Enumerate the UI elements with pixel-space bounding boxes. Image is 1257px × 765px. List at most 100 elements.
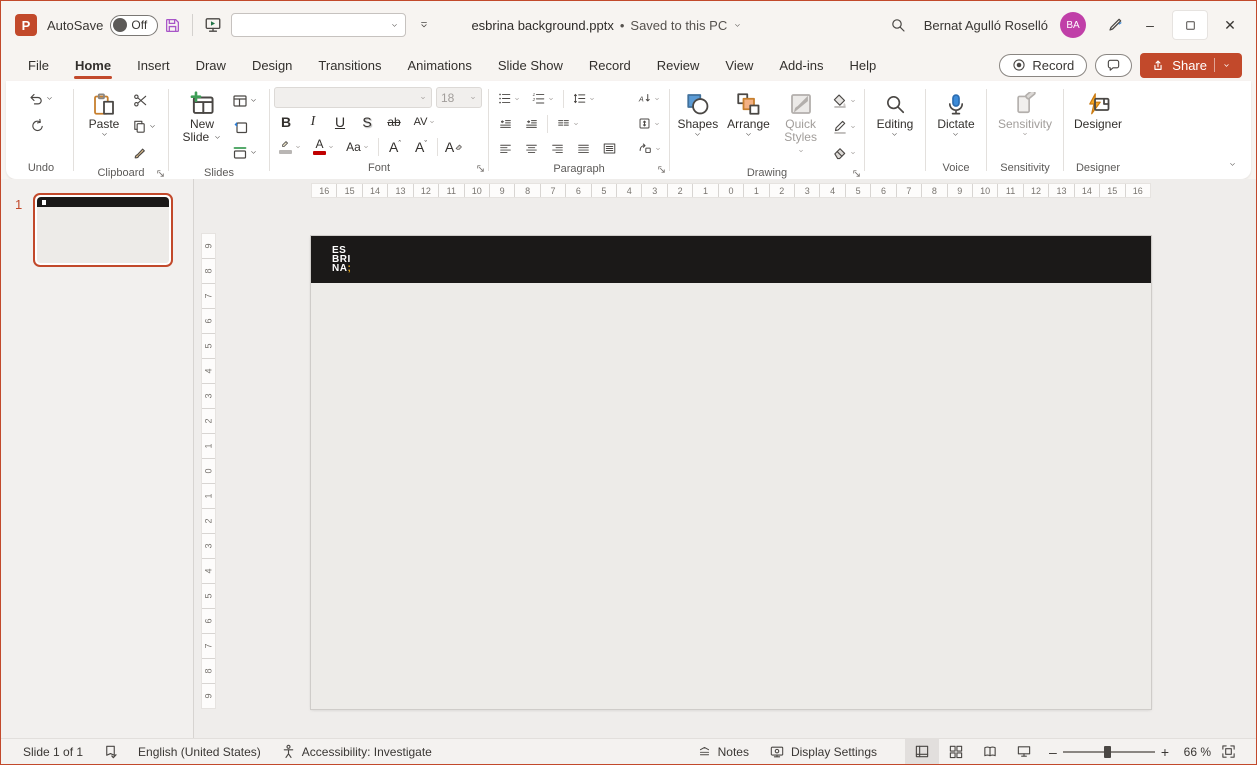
columns-button[interactable] (552, 112, 584, 135)
arrange-button[interactable]: Arrange (724, 87, 774, 141)
highlight-color-button[interactable] (274, 135, 306, 158)
tab-slide-show[interactable]: Slide Show (485, 53, 576, 78)
customize-toolbar-button[interactable] (410, 11, 438, 39)
underline-button[interactable]: U (328, 110, 352, 133)
tab-animations[interactable]: Animations (395, 53, 485, 78)
dictate-button[interactable]: Dictate (932, 87, 979, 141)
tab-review[interactable]: Review (644, 53, 713, 78)
notes-button[interactable]: Notes (687, 739, 759, 764)
tab-insert[interactable]: Insert (124, 53, 183, 78)
tab-add-ins[interactable]: Add-ins (766, 53, 836, 78)
sensitivity-button[interactable]: Sensitivity (993, 87, 1057, 140)
decrease-indent-button[interactable] (493, 112, 517, 135)
bullets-button[interactable] (493, 87, 525, 110)
text-shadow-button[interactable]: S (355, 110, 379, 133)
justify-button[interactable] (571, 137, 595, 160)
italic-button[interactable]: I (301, 110, 325, 133)
character-spacing-button[interactable]: AV (409, 110, 441, 133)
normal-view-button[interactable] (905, 739, 939, 764)
quick-styles-button[interactable]: Quick Styles (775, 87, 826, 160)
user-name[interactable]: Bernat Agulló Roselló (924, 18, 1048, 33)
cut-button[interactable] (128, 89, 152, 112)
shapes-button[interactable]: Shapes (674, 87, 722, 141)
collapse-ribbon-button[interactable] (1228, 155, 1237, 173)
autosave-control[interactable]: AutoSave Off (47, 15, 158, 36)
align-center-button[interactable] (519, 137, 543, 160)
new-slide-button[interactable]: New Slide (177, 87, 226, 147)
font-size-combo[interactable]: 18 (436, 87, 482, 108)
slideshow-view-button[interactable] (1007, 739, 1041, 764)
tab-transitions[interactable]: Transitions (305, 53, 394, 78)
vertical-ruler[interactable]: 9876543210123456789 (201, 233, 216, 709)
zoom-slider-handle[interactable] (1104, 746, 1111, 758)
numbering-button[interactable]: 12 (527, 87, 559, 110)
change-case-button[interactable]: Aa (342, 135, 374, 158)
close-button[interactable]: ✕ (1212, 10, 1248, 40)
horizontal-ruler[interactable]: 1615141312111098765432101234567891011121… (311, 183, 1151, 198)
tab-view[interactable]: View (712, 53, 766, 78)
tab-record[interactable]: Record (576, 53, 644, 78)
avatar[interactable]: BA (1060, 12, 1086, 38)
slide-layout-button[interactable] (229, 89, 261, 112)
decrease-font-button[interactable]: Aˇ (409, 135, 433, 158)
slide-indicator[interactable]: Slide 1 of 1 (11, 739, 93, 764)
zoom-slider[interactable] (1063, 751, 1155, 753)
language-button[interactable]: English (United States) (128, 739, 271, 764)
search-button[interactable] (884, 11, 912, 39)
designer-button[interactable]: Designer (1069, 87, 1127, 134)
comments-button[interactable] (1095, 54, 1132, 77)
increase-font-button[interactable]: Aˆ (383, 135, 407, 158)
zoom-in-button[interactable]: + (1161, 744, 1169, 760)
section-button[interactable] (229, 141, 261, 164)
format-painter-button[interactable] (128, 141, 152, 164)
coming-soon-button[interactable] (1100, 11, 1128, 39)
zoom-percentage[interactable]: 66 % (1177, 745, 1211, 759)
convert-smartart-button[interactable] (633, 137, 665, 160)
share-button[interactable]: Share (1140, 53, 1242, 78)
tab-file[interactable]: File (15, 53, 62, 78)
distribute-button[interactable] (597, 137, 621, 160)
spell-check-button[interactable] (93, 739, 128, 764)
slide-thumbnail[interactable] (33, 193, 173, 267)
align-right-button[interactable] (545, 137, 569, 160)
undo-button[interactable] (25, 87, 57, 110)
slide-sorter-view-button[interactable] (939, 739, 973, 764)
tab-home[interactable]: Home (62, 53, 124, 78)
save-button[interactable] (158, 11, 186, 39)
clear-formatting-button[interactable]: A (442, 135, 466, 158)
redo-button[interactable] (25, 114, 49, 137)
minimize-button[interactable]: – (1132, 10, 1168, 40)
slide-canvas[interactable]: ES BRI NA; (311, 236, 1151, 709)
copy-button[interactable] (128, 115, 160, 138)
font-dialog-launcher[interactable] (475, 162, 486, 180)
reading-view-button[interactable] (973, 739, 1007, 764)
display-settings-button[interactable]: Display Settings (759, 739, 887, 764)
start-slideshow-button[interactable] (199, 11, 227, 39)
maximize-button[interactable] (1172, 10, 1208, 40)
fit-to-window-button[interactable] (1211, 739, 1246, 764)
font-color-button[interactable]: A (308, 135, 340, 158)
accessibility-button[interactable]: Accessibility: Investigate (271, 739, 442, 764)
tab-draw[interactable]: Draw (183, 53, 239, 78)
line-spacing-button[interactable] (568, 87, 600, 110)
tab-help[interactable]: Help (836, 53, 889, 78)
bold-button[interactable]: B (274, 110, 298, 133)
increase-indent-button[interactable] (519, 112, 543, 135)
reset-slide-button[interactable] (229, 115, 253, 138)
record-button[interactable]: Record (999, 54, 1087, 77)
strikethrough-button[interactable]: ab (382, 110, 406, 133)
zoom-out-button[interactable]: – (1049, 744, 1057, 760)
align-text-button[interactable] (633, 112, 665, 135)
paste-button[interactable]: Paste (82, 87, 126, 141)
shape-fill-button[interactable] (828, 89, 860, 112)
quick-access-combo[interactable] (231, 13, 406, 37)
document-title[interactable]: esbrina background.pptx • Saved to this … (471, 18, 742, 33)
tab-design[interactable]: Design (239, 53, 305, 78)
shape-effects-button[interactable] (828, 141, 860, 164)
editing-button[interactable]: Editing (872, 87, 919, 141)
text-direction-button[interactable]: A (633, 87, 665, 110)
shape-outline-button[interactable] (828, 115, 860, 138)
font-name-combo[interactable] (274, 87, 432, 108)
align-left-button[interactable] (493, 137, 517, 160)
powerpoint-app-icon[interactable]: P (15, 14, 37, 36)
